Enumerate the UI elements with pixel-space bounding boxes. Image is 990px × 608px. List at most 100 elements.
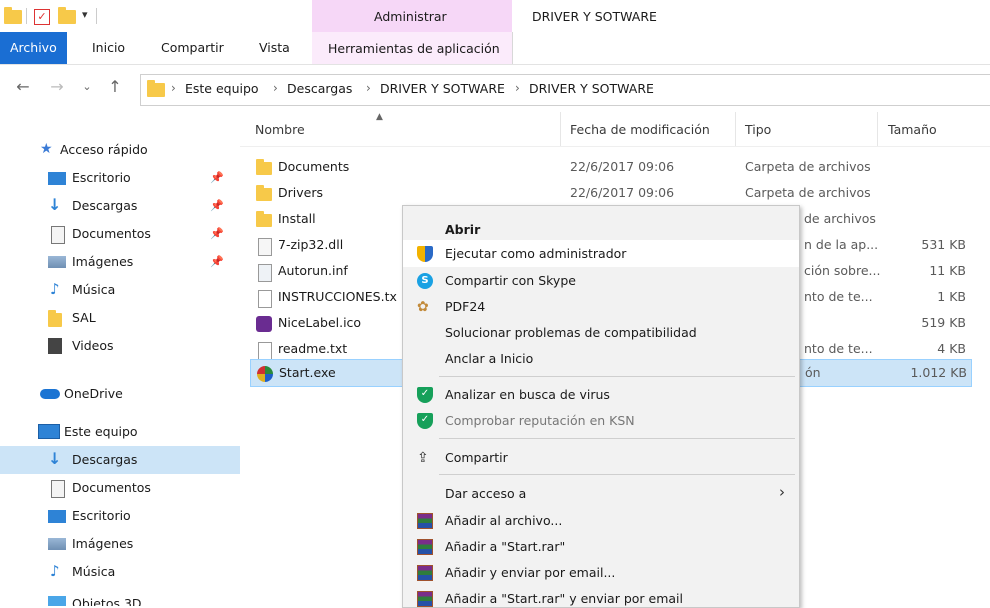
file-type: n de la ap... <box>804 237 879 252</box>
winrar-icon <box>417 513 433 529</box>
menu-label: PDF24 <box>445 299 486 314</box>
back-arrow-icon[interactable]: ← <box>12 76 34 98</box>
folder-icon <box>48 310 62 327</box>
menu-anadir-start-rar[interactable]: Añadir a "Start.rar" <box>403 533 799 560</box>
menu-analizar-virus[interactable]: ✓ Analizar en busca de virus <box>403 381 799 408</box>
breadcrumb-este-equipo[interactable]: Este equipo <box>185 81 259 96</box>
menu-anadir-archivo[interactable]: Añadir al archivo... <box>403 507 799 534</box>
menu-compartir-skype[interactable]: S Compartir con Skype <box>403 267 799 294</box>
customize-qat-icon[interactable]: ▾ <box>82 8 88 21</box>
menu-label: Solucionar problemas de compatibilidad <box>445 325 697 340</box>
menu-anclar-inicio[interactable]: Anclar a Inicio <box>403 345 799 372</box>
nav-pc-musica[interactable]: ♪ Música <box>0 558 240 586</box>
menu-label: Dar acceso a <box>445 486 527 501</box>
pin-icon[interactable]: 📌 <box>210 199 224 212</box>
file-type: nto de te... <box>804 289 873 304</box>
menu-anadir-enviar-email[interactable]: Añadir y enviar por email... <box>403 559 799 586</box>
menu-anadir-rar-enviar-email[interactable]: Añadir a "Start.rar" y enviar por email <box>403 585 799 607</box>
nav-quick-access[interactable]: ★ Acceso rápido <box>0 136 240 164</box>
nav-label: Acceso rápido <box>60 142 148 157</box>
file-name: Start.exe <box>279 365 336 380</box>
tab-compartir[interactable]: Compartir <box>153 32 232 64</box>
pin-icon[interactable]: 📌 <box>210 227 224 240</box>
breadcrumb-driver-1[interactable]: DRIVER Y SOTWARE <box>380 81 505 96</box>
nav-label: OneDrive <box>64 386 123 401</box>
folder-icon[interactable] <box>4 7 22 24</box>
file-row[interactable]: Drivers 22/6/2017 09:06 Carpeta de archi… <box>250 180 970 206</box>
menu-ejecutar-admin[interactable]: Ejecutar como administrador <box>403 240 799 267</box>
menu-comprobar-ksn[interactable]: ✓ Comprobar reputación en KSN <box>403 407 799 434</box>
properties-icon[interactable]: ✓ <box>34 9 50 25</box>
recent-locations-icon[interactable]: ⌄ <box>76 76 98 98</box>
menu-solucionar-compatibilidad[interactable]: Solucionar problemas de compatibilidad <box>403 319 799 346</box>
menu-abrir[interactable]: Abrir <box>403 216 799 243</box>
menu-separator <box>439 376 795 377</box>
tab-vista[interactable]: Vista <box>251 32 298 64</box>
file-name: Autorun.inf <box>278 263 348 278</box>
tab-inicio[interactable]: Inicio <box>84 32 133 64</box>
nav-escritorio[interactable]: Escritorio 📌 <box>0 164 240 192</box>
column-divider[interactable] <box>877 112 878 146</box>
column-divider[interactable] <box>735 112 736 146</box>
uac-shield-icon <box>417 246 433 262</box>
new-folder-icon[interactable] <box>58 7 76 24</box>
document-icon <box>51 226 65 244</box>
column-nombre[interactable]: Nombre <box>255 122 305 137</box>
nav-pc-escritorio[interactable]: Escritorio <box>0 502 240 530</box>
nav-documentos[interactable]: Documentos 📌 <box>0 220 240 248</box>
file-name: INSTRUCCIONES.tx <box>278 289 397 304</box>
file-size: 519 KB <box>921 315 966 330</box>
navigation-bar: ← → ⌄ ↑ › Este equipo › Descargas › DRIV… <box>0 70 990 108</box>
menu-label: Anclar a Inicio <box>445 351 534 366</box>
nav-label: Música <box>72 282 116 297</box>
nav-musica[interactable]: ♪ Música <box>0 276 240 304</box>
nav-este-equipo[interactable]: Este equipo <box>0 418 240 446</box>
nav-pc-imagenes[interactable]: Imágenes <box>0 530 240 558</box>
winrar-icon <box>417 539 433 555</box>
menu-label: Analizar en busca de virus <box>445 387 610 402</box>
column-divider[interactable] <box>560 112 561 146</box>
tab-herramientas[interactable]: Herramientas de aplicación <box>312 32 513 64</box>
nav-onedrive[interactable]: OneDrive <box>0 380 240 408</box>
file-size: 4 KB <box>937 341 966 356</box>
nav-pc-descargas[interactable]: ↓ Descargas <box>0 446 240 474</box>
menu-label: Abrir <box>445 222 481 237</box>
file-row[interactable]: Documents 22/6/2017 09:06 Carpeta de arc… <box>250 154 970 180</box>
forward-arrow-icon[interactable]: → <box>46 76 68 98</box>
breadcrumb-separator: › <box>273 81 278 95</box>
file-name: readme.txt <box>278 341 348 356</box>
menu-label: Ejecutar como administrador <box>445 246 627 261</box>
nav-pc-objetos-3d[interactable]: Objetos 3D <box>0 586 240 606</box>
tab-herramientas-label: Herramientas de aplicación <box>328 41 500 56</box>
folder-icon <box>256 185 272 201</box>
breadcrumb-descargas[interactable]: Descargas <box>287 81 352 96</box>
desktop-icon <box>48 172 66 185</box>
menu-dar-acceso[interactable]: Dar acceso a › <box>403 480 799 507</box>
menu-pdf24[interactable]: ✿ PDF24 <box>403 293 799 320</box>
column-tipo[interactable]: Tipo <box>745 122 771 137</box>
pin-icon[interactable]: 📌 <box>210 171 224 184</box>
nav-pc-documentos[interactable]: Documentos <box>0 474 240 502</box>
menu-compartir[interactable]: ⇪ Compartir <box>403 444 799 471</box>
tab-archivo[interactable]: Archivo <box>0 32 67 64</box>
address-bar[interactable]: › Este equipo › Descargas › DRIVER Y SOT… <box>140 74 990 106</box>
nav-label: Descargas <box>72 452 138 467</box>
manage-label[interactable]: Administrar <box>374 9 447 24</box>
up-arrow-icon[interactable]: ↑ <box>104 76 126 98</box>
file-type: Carpeta de archivos <box>745 159 871 174</box>
breadcrumb-driver-2[interactable]: DRIVER Y SOTWARE <box>529 81 654 96</box>
divider <box>96 8 97 24</box>
column-fecha[interactable]: Fecha de modificación <box>570 122 710 137</box>
pin-icon[interactable]: 📌 <box>210 255 224 268</box>
pictures-icon <box>48 256 66 268</box>
kaspersky-shield-icon: ✓ <box>417 413 433 429</box>
nav-sal[interactable]: SAL <box>0 304 240 332</box>
nav-imagenes[interactable]: Imágenes 📌 <box>0 248 240 276</box>
column-tamano[interactable]: Tamaño <box>888 122 937 137</box>
pdf24-icon: ✿ <box>417 299 429 315</box>
video-icon <box>48 338 62 354</box>
menu-separator <box>439 474 795 475</box>
nav-descargas[interactable]: ↓ Descargas 📌 <box>0 192 240 220</box>
nav-videos[interactable]: Videos <box>0 332 240 360</box>
breadcrumb-separator: › <box>515 81 520 95</box>
